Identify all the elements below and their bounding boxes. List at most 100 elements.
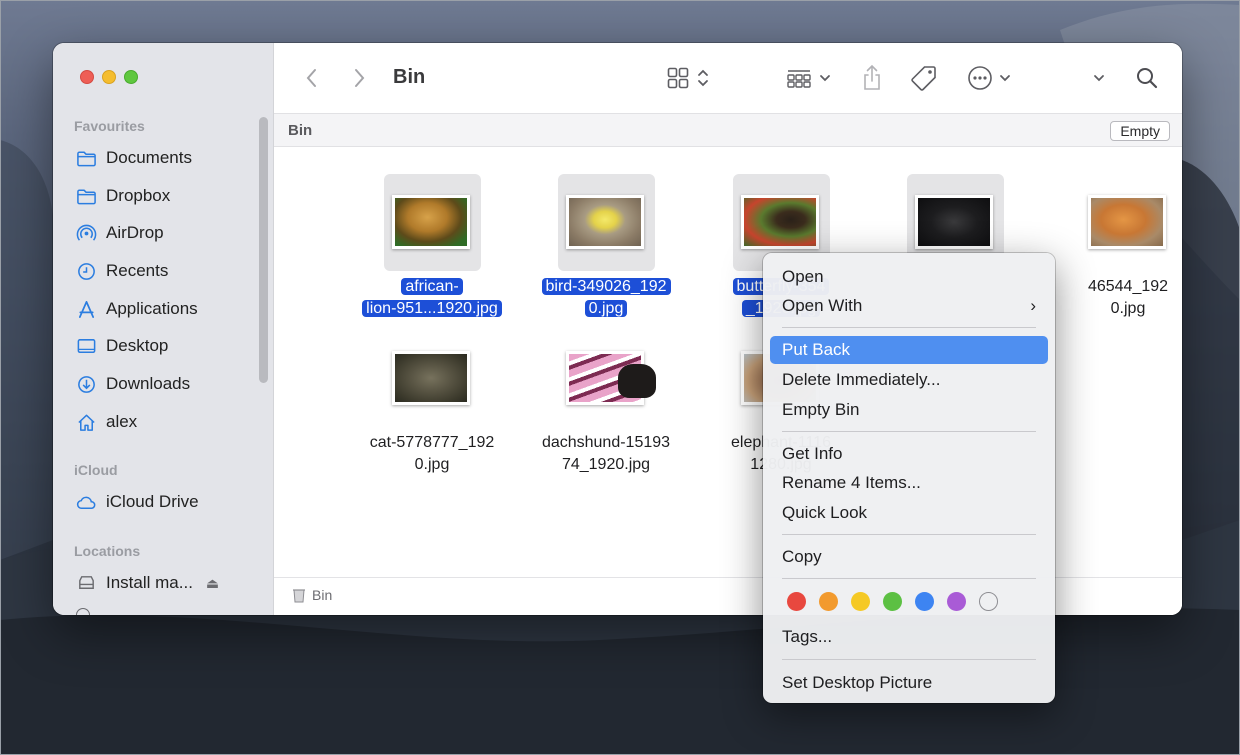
- window-title: Bin: [393, 66, 426, 88]
- chevron-left-icon: [306, 69, 316, 87]
- dachshund-figure: [618, 364, 656, 398]
- disk-icon: [79, 575, 94, 589]
- eject-icon[interactable]: ⏏: [206, 575, 219, 592]
- menu-item-tags[interactable]: Tags...: [770, 623, 1048, 651]
- butterfly-thumbnail: [741, 195, 819, 249]
- menu-item-open-with[interactable]: Open With ›: [770, 292, 1048, 320]
- orange-cat-thumbnail: [1088, 195, 1166, 249]
- tag-green-dot[interactable]: [883, 592, 902, 611]
- sidebar-item-recents[interactable]: Recents: [76, 256, 168, 286]
- status-text: Bin: [312, 587, 333, 603]
- sidebar-item-label: Documents: [106, 148, 192, 167]
- applications-icon: [78, 300, 95, 318]
- action-button[interactable]: [967, 63, 1012, 93]
- desktop-icon: [77, 338, 96, 353]
- sidebar-item-desktop[interactable]: Desktop: [76, 331, 168, 361]
- chevron-down-icon: [1094, 75, 1104, 82]
- sidebar-section-locations: Locations: [74, 543, 141, 559]
- cat-thumbnail: [392, 351, 470, 405]
- chevron-down-icon: [820, 75, 830, 82]
- sidebar-section-icloud: iCloud: [74, 462, 118, 478]
- menu-item-set-desktop-picture[interactable]: Set Desktop Picture: [770, 669, 1048, 697]
- tag-color-picker: [787, 592, 998, 611]
- back-button[interactable]: [304, 63, 320, 93]
- chevron-right-icon: [355, 69, 365, 87]
- sidebar-item-label: Desktop: [106, 336, 169, 355]
- file-name: 46544_192 0.jpg: [1087, 278, 1169, 317]
- share-button[interactable]: [861, 63, 883, 93]
- menu-separator: [782, 578, 1036, 579]
- menu-separator: [782, 431, 1036, 432]
- sidebar-item-label: Install ma...: [106, 573, 193, 592]
- group-grid-icon: [787, 70, 811, 88]
- black-cat-thumbnail: [915, 195, 993, 249]
- pathbar-title: Bin: [288, 122, 313, 139]
- tag-blue-dot[interactable]: [915, 592, 934, 611]
- menu-item-empty-bin[interactable]: Empty Bin: [770, 396, 1048, 424]
- menu-item-put-back[interactable]: Put Back: [770, 336, 1048, 364]
- sidebar-item-dropbox[interactable]: Dropbox: [76, 181, 170, 211]
- folder-icon: [77, 189, 96, 204]
- sidebar: Favourites Documents Dropbox AirDrop Rec…: [53, 43, 274, 615]
- status-location: Bin: [292, 587, 332, 603]
- clock-icon: [78, 262, 95, 280]
- chevron-updown-icon: [698, 69, 708, 87]
- menu-item-delete-immediately[interactable]: Delete Immediately...: [770, 366, 1048, 394]
- empty-bin-button[interactable]: Empty: [1110, 121, 1170, 141]
- chevron-right-icon: ›: [1030, 296, 1036, 315]
- sidebar-item-icloud-drive[interactable]: iCloud Drive: [76, 487, 199, 517]
- zoom-window-button[interactable]: [124, 70, 138, 84]
- toolbar: Bin: [274, 43, 1182, 113]
- tag-orange-dot[interactable]: [819, 592, 838, 611]
- sidebar-item-downloads[interactable]: Downloads: [76, 369, 190, 399]
- menu-item-open[interactable]: Open: [770, 263, 1048, 291]
- file-name: bird-349026_192 0.jpg: [526, 276, 686, 320]
- menu-item-copy[interactable]: Copy: [770, 543, 1048, 571]
- bird-thumbnail: [566, 195, 644, 249]
- sidebar-item-airdrop[interactable]: AirDrop: [76, 218, 164, 248]
- sidebar-item-alex[interactable]: alex: [76, 407, 137, 437]
- forward-button[interactable]: [351, 63, 367, 93]
- menu-separator: [782, 659, 1036, 660]
- file-name: african- lion-951...1920.jpg: [352, 276, 512, 320]
- sidebar-item-applications[interactable]: Applications: [76, 294, 198, 324]
- tag-button[interactable]: [910, 63, 938, 93]
- tag-yellow-dot[interactable]: [851, 592, 870, 611]
- sidebar-scrollbar[interactable]: [259, 117, 268, 383]
- sidebar-item-label: alex: [106, 412, 138, 431]
- group-by-button[interactable]: [786, 63, 832, 93]
- sidebar-item-label: Recents: [106, 261, 169, 280]
- menu-item-rename[interactable]: Rename 4 Items...: [770, 469, 1048, 497]
- sidebar-item-partial: [76, 608, 90, 615]
- path-bar: Bin Empty: [274, 113, 1182, 147]
- minimize-window-button[interactable]: [102, 70, 116, 84]
- cloud-icon: [76, 496, 96, 509]
- menu-item-label: Open With: [782, 296, 863, 315]
- home-icon: [78, 414, 95, 431]
- lion-thumbnail: [392, 195, 470, 249]
- download-icon: [78, 375, 95, 393]
- search-button[interactable]: [1135, 63, 1159, 93]
- sidebar-item-label: iCloud Drive: [106, 492, 199, 511]
- search-icon: [1137, 68, 1158, 89]
- tag-none-dot[interactable]: [979, 592, 998, 611]
- trash-icon: [293, 589, 305, 603]
- sidebar-item-label: Downloads: [106, 374, 191, 393]
- tag-purple-dot[interactable]: [947, 592, 966, 611]
- chevron-down-icon: [1000, 75, 1010, 82]
- view-mode-button[interactable]: [666, 63, 710, 93]
- share-icon: [864, 64, 880, 90]
- menu-item-get-info[interactable]: Get Info: [770, 440, 1048, 468]
- close-window-button[interactable]: [80, 70, 94, 84]
- more-toolbar-button[interactable]: [1092, 63, 1106, 93]
- tag-icon: [911, 66, 936, 91]
- sidebar-item-label: AirDrop: [106, 223, 164, 242]
- menu-item-quick-look[interactable]: Quick Look: [770, 499, 1048, 527]
- menu-separator: [782, 534, 1036, 535]
- menu-separator: [782, 327, 1036, 328]
- tag-red-dot[interactable]: [787, 592, 806, 611]
- airdrop-icon: [76, 224, 97, 241]
- sidebar-item-install-disk[interactable]: Install ma... ⏏: [76, 568, 219, 598]
- context-menu: Open Open With › Put Back Delete Immedia…: [763, 253, 1055, 703]
- sidebar-item-documents[interactable]: Documents: [76, 143, 192, 173]
